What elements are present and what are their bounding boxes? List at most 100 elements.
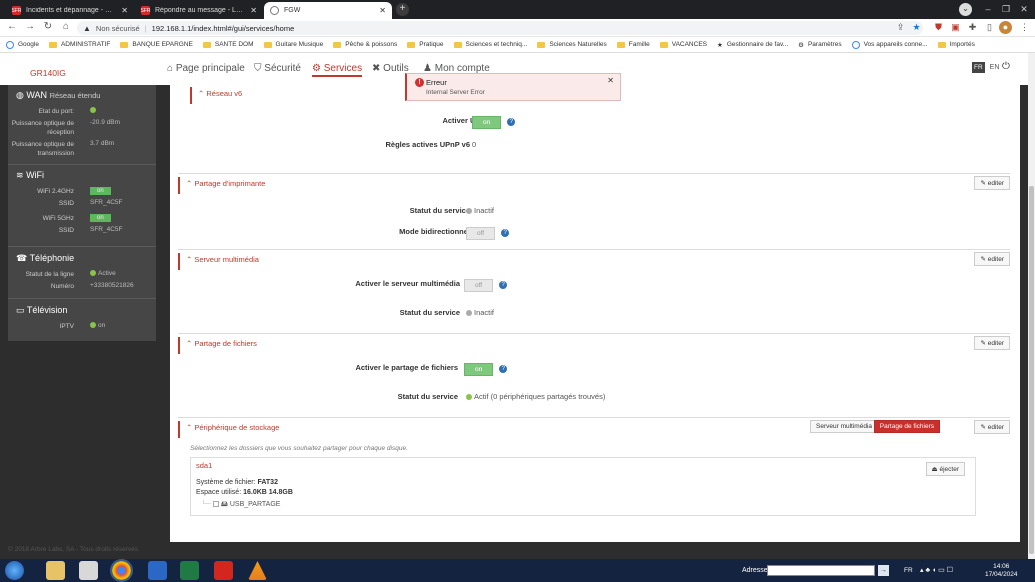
- app-icon[interactable]: [148, 561, 167, 580]
- folder-checkbox[interactable]: [212, 501, 219, 508]
- close-icon[interactable]: ✕: [250, 6, 257, 15]
- profile-avatar[interactable]: ●: [999, 21, 1012, 34]
- tray-icons[interactable]: ▴ ♣ ◖ ▭ ☐: [920, 566, 953, 574]
- error-icon: !: [415, 78, 424, 87]
- section-title[interactable]: ⌃ Périphérique de stockage: [178, 421, 279, 438]
- files-enable-row: Activer le partage de fichiers on?: [178, 363, 1010, 377]
- edit-button[interactable]: ✎ editer: [974, 252, 1010, 266]
- wifi24-toggle[interactable]: on: [90, 187, 111, 195]
- help-icon[interactable]: ?: [507, 118, 516, 127]
- bookmark-item[interactable]: ★ Gestionnaire de fav...: [717, 41, 788, 49]
- section-media-server: ⌃ Serveur multimédia ✎ editer Activer le…: [178, 249, 1010, 333]
- lang-fr[interactable]: FR: [972, 62, 985, 73]
- bookmark-star-icon[interactable]: ★: [910, 21, 923, 34]
- lang-en[interactable]: EN: [987, 64, 1003, 71]
- eject-button[interactable]: ⏏ éjecter: [925, 462, 965, 476]
- help-icon[interactable]: ?: [499, 281, 508, 290]
- section-title[interactable]: ⌃ Réseau v6: [190, 87, 242, 104]
- forward-button[interactable]: →: [23, 20, 37, 34]
- bookmark-item[interactable]: Vos appareils conne...: [851, 40, 928, 49]
- close-icon[interactable]: ✕: [121, 6, 128, 15]
- section-title[interactable]: ⌃ Serveur multimédia: [178, 253, 259, 270]
- browser-tab[interactable]: SFR Répondre au message - La Com ✕: [135, 2, 263, 19]
- extensions-icon[interactable]: ✚: [966, 21, 979, 34]
- home-button[interactable]: ⌂: [59, 20, 73, 34]
- bookmark-folder[interactable]: Guitare Musique: [263, 41, 323, 48]
- nav-home[interactable]: ⌂ Page principale: [167, 63, 245, 74]
- share-icon[interactable]: ⇪: [894, 21, 907, 34]
- menu-icon[interactable]: ⋮: [1018, 21, 1031, 34]
- wan-header: ◍ WAN Réseau étendu: [16, 90, 101, 100]
- start-button[interactable]: [5, 561, 24, 580]
- status-sidebar: ◍ WAN Réseau étendu Etat du port: Puissa…: [8, 85, 156, 341]
- url-text[interactable]: 192.168.1.1/index.html#/gui/services/hom…: [152, 24, 295, 33]
- taskbar-go-button[interactable]: →: [878, 565, 889, 576]
- bookmark-folder[interactable]: Pêche & poissons: [333, 41, 397, 48]
- media-player-icon[interactable]: [79, 561, 98, 580]
- media-status-row: Statut du service Inactif: [399, 308, 495, 317]
- reload-button[interactable]: ↻: [41, 20, 55, 34]
- section-printer-sharing: ⌃ Partage d'imprimante ✎ editer Statut d…: [178, 173, 1010, 249]
- bookmark-folder[interactable]: Pratique: [407, 41, 444, 48]
- tab-search-button[interactable]: ⌄: [959, 3, 972, 16]
- tray-language[interactable]: FR: [904, 567, 913, 574]
- media-toggle[interactable]: off: [464, 279, 494, 292]
- bookmark-folder[interactable]: Famille: [616, 41, 650, 48]
- status-dot: [90, 322, 96, 329]
- taskbar-address-input[interactable]: [767, 565, 875, 576]
- taskbar-clock[interactable]: 14:06 17/04/2024: [985, 563, 1018, 579]
- edit-button[interactable]: ✎ editer: [974, 420, 1010, 434]
- minimize-button[interactable]: –: [979, 1, 997, 17]
- bookmark-item[interactable]: Google: [6, 40, 39, 49]
- warning-icon[interactable]: ▲: [83, 24, 91, 33]
- nav-services[interactable]: ⚙ Services: [312, 63, 363, 77]
- chrome-icon[interactable]: [110, 559, 133, 582]
- explorer-icon[interactable]: [46, 561, 65, 580]
- sidepanel-icon[interactable]: ▯: [983, 21, 996, 34]
- excel-icon[interactable]: [180, 561, 199, 580]
- bookmark-folder[interactable]: SANTE DOM: [202, 41, 254, 48]
- help-icon[interactable]: ?: [501, 229, 510, 238]
- folder-icon: [937, 41, 946, 48]
- bookmark-folder[interactable]: Sciences et techniq...: [453, 41, 527, 48]
- folder-tree-item[interactable]: └─ 🖴 USB_PARTAGE: [201, 500, 280, 511]
- file-sharing-button[interactable]: Partage de fichiers: [873, 420, 940, 433]
- bookmark-folder[interactable]: Sciences Naturelles: [537, 41, 607, 48]
- used-space-row: Espace utilisé: 16.0KB 14.8GB: [196, 489, 293, 496]
- bookmark-folder[interactable]: Importés: [937, 41, 975, 48]
- toast-close-icon[interactable]: ✕: [607, 76, 614, 85]
- status-dot: [466, 394, 472, 401]
- vlc-icon[interactable]: [248, 561, 267, 580]
- browser-tab-active[interactable]: FGW ✕: [264, 2, 392, 19]
- nav-tools[interactable]: ✖ Outils: [372, 63, 409, 74]
- bookmark-folder[interactable]: VACANCES: [659, 41, 707, 48]
- window-close-button[interactable]: ✕: [1015, 1, 1033, 17]
- bidi-toggle[interactable]: off: [466, 227, 496, 240]
- edit-button[interactable]: ✎ editer: [974, 336, 1010, 350]
- maximize-button[interactable]: ❐: [997, 1, 1015, 17]
- scrollbar-thumb[interactable]: [1029, 186, 1034, 554]
- pdf-extension-icon[interactable]: ▣: [949, 21, 962, 34]
- new-tab-button[interactable]: +: [396, 3, 409, 16]
- power-icon[interactable]: ⏻: [1002, 61, 1010, 72]
- folder-icon: [120, 41, 129, 48]
- back-button[interactable]: ←: [5, 20, 19, 34]
- toast-title: Erreur: [426, 78, 447, 87]
- browser-tab[interactable]: SFR Incidents et dépannage - Mon E ✕: [6, 2, 134, 19]
- bookmark-folder[interactable]: BANQUE EPARGNE: [120, 41, 193, 48]
- acrobat-icon[interactable]: [214, 561, 233, 580]
- close-icon[interactable]: ✕: [379, 6, 386, 15]
- upnp-toggle[interactable]: on: [472, 116, 502, 129]
- files-toggle[interactable]: on: [464, 363, 494, 376]
- help-icon[interactable]: ?: [499, 365, 508, 374]
- bookmark-item[interactable]: ⚙ Paramètres: [798, 41, 841, 49]
- wifi5-toggle[interactable]: on: [90, 214, 111, 222]
- section-title[interactable]: ⌃ Partage de fichiers: [178, 337, 257, 354]
- shield-extension-icon[interactable]: ⛊: [932, 21, 945, 34]
- media-server-button[interactable]: Serveur multimédia: [810, 420, 878, 433]
- address-bar[interactable]: ▲ Non sécurisé | 192.168.1.1/index.html#…: [77, 21, 923, 35]
- edit-button[interactable]: ✎ editer: [974, 176, 1010, 190]
- nav-security[interactable]: ⛉ Sécurité: [254, 63, 301, 74]
- section-title[interactable]: ⌃ Partage d'imprimante: [178, 177, 265, 194]
- bookmark-folder[interactable]: ADMINISTRATIF: [48, 41, 110, 48]
